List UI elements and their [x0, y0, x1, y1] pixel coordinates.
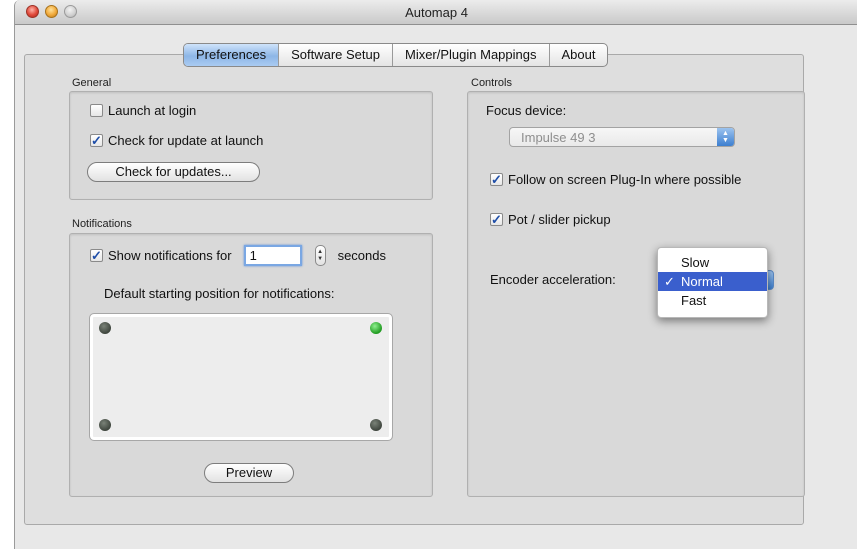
tab-about[interactable]: About	[548, 44, 608, 66]
checkmark-icon: ✓	[664, 274, 675, 289]
encoder-acceleration-menu: Slow ✓ Normal Fast	[657, 247, 768, 318]
title-bar[interactable]: Automap 4	[15, 0, 857, 25]
check-update-at-launch-checkbox[interactable]: ✓	[90, 134, 103, 147]
launch-at-login-checkbox[interactable]	[90, 104, 103, 117]
launch-at-login-row[interactable]: Launch at login	[90, 103, 196, 118]
encoder-acceleration-label: Encoder acceleration:	[490, 272, 616, 287]
pot-pickup-checkbox[interactable]: ✓	[490, 213, 503, 226]
show-notifications-checkbox[interactable]: ✓	[90, 249, 103, 262]
menu-item-fast[interactable]: Fast	[658, 291, 767, 310]
pot-pickup-row[interactable]: ✓ Pot / slider pickup	[490, 212, 611, 227]
menu-item-normal-label: Normal	[681, 274, 723, 289]
controls-group-label: Controls	[471, 77, 512, 89]
seconds-label: seconds	[337, 248, 386, 263]
check-for-updates-button[interactable]: Check for updates...	[87, 162, 260, 182]
position-bottom-right[interactable]	[370, 419, 382, 431]
position-top-right[interactable]	[370, 322, 382, 334]
position-label: Default starting position for notificati…	[104, 286, 335, 301]
position-label-text: Default starting position for notificati…	[104, 286, 335, 301]
tab-mixer-plugin-mappings[interactable]: Mixer/Plugin Mappings	[391, 44, 549, 66]
tab-preferences[interactable]: Preferences	[184, 44, 279, 66]
follow-plugin-label: Follow on screen Plug-In where possible	[508, 172, 742, 187]
seconds-stepper[interactable]: ▲ ▼	[314, 245, 326, 266]
tab-bar: Preferences Software Setup Mixer/Plugin …	[183, 43, 609, 67]
pot-pickup-label: Pot / slider pickup	[508, 212, 611, 227]
stepper-down-icon[interactable]: ▼	[317, 256, 323, 263]
encoder-acceleration-row: Encoder acceleration:	[490, 272, 616, 287]
focus-device-select[interactable]: Impulse 49 3 ▲ ▼	[509, 127, 735, 147]
launch-at-login-label: Launch at login	[108, 103, 197, 118]
stepper-up-icon[interactable]: ▲	[317, 249, 323, 256]
show-notifications-row: ✓ Show notifications for 1 ▲ ▼ seconds	[90, 245, 386, 266]
notifications-group-label: Notifications	[72, 218, 132, 230]
show-notifications-label: Show notifications for	[108, 248, 232, 263]
menu-item-normal[interactable]: ✓ Normal	[658, 272, 767, 291]
position-top-left[interactable]	[99, 322, 111, 334]
general-group-label: General	[72, 77, 112, 89]
focus-device-value: Impulse 49 3	[521, 130, 596, 145]
check-update-at-launch-row[interactable]: ✓ Check for update at launch	[90, 133, 263, 148]
check-update-at-launch-label: Check for update at launch	[108, 133, 264, 148]
focus-device-label-row: Focus device:	[486, 103, 566, 118]
focus-device-label: Focus device:	[486, 103, 567, 118]
notification-position-picker	[89, 313, 393, 441]
menu-item-slow[interactable]: Slow	[658, 253, 767, 272]
select-arrows-icon: ▲ ▼	[717, 128, 734, 146]
window-title: Automap 4	[405, 5, 468, 20]
tab-software-setup[interactable]: Software Setup	[278, 44, 392, 66]
follow-plugin-checkbox[interactable]: ✓	[490, 173, 503, 186]
position-bottom-left[interactable]	[99, 419, 111, 431]
follow-plugin-row[interactable]: ✓ Follow on screen Plug-In where possibl…	[490, 172, 741, 187]
preview-button[interactable]: Preview	[204, 463, 294, 483]
notification-seconds-input[interactable]: 1	[243, 245, 302, 266]
